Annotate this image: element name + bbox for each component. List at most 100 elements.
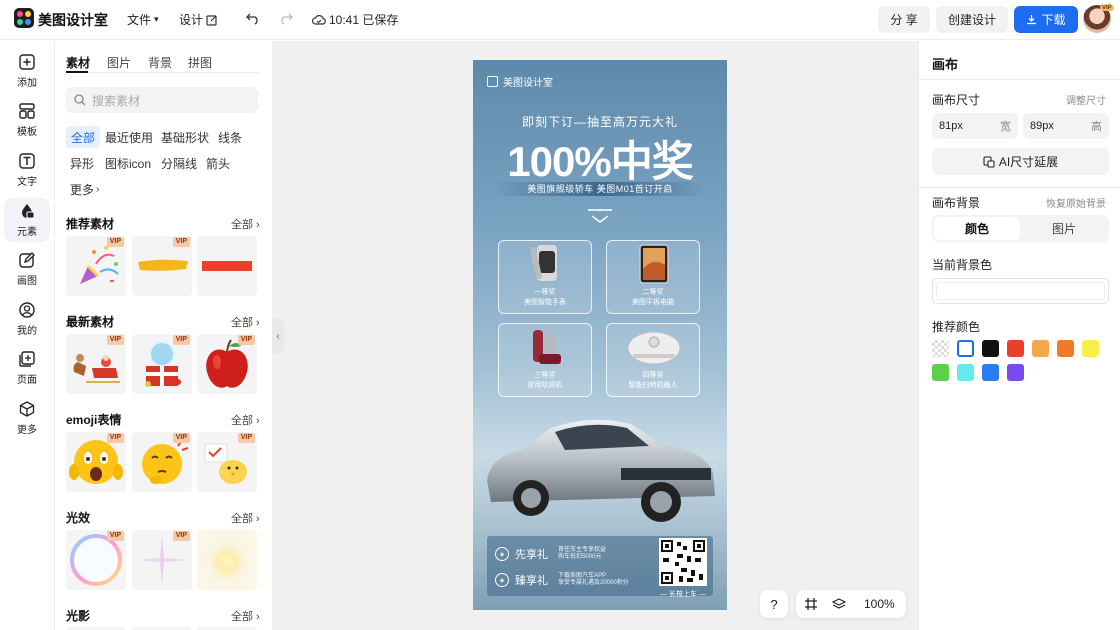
app-logo-icon[interactable]	[14, 8, 34, 28]
search-icon	[74, 94, 86, 106]
nav-elements[interactable]: 元素	[4, 198, 50, 242]
search-input[interactable]: 搜索素材	[66, 87, 258, 113]
section-see-all[interactable]: 全部 ›	[231, 412, 260, 428]
height-value: 89px	[1030, 120, 1054, 132]
prize-rank: 三等奖	[534, 372, 556, 379]
create-design-button[interactable]: 创建设计	[936, 6, 1008, 33]
nav-pages[interactable]: 页面	[4, 346, 50, 390]
asset-red-apple[interactable]: VIP	[197, 334, 257, 394]
chip-dividers[interactable]: 分隔线	[156, 152, 202, 174]
section-see-all[interactable]: 全部 ›	[231, 216, 260, 232]
vip-badge: VIP	[106, 531, 124, 541]
zoom-level[interactable]: 100%	[864, 597, 895, 611]
help-button[interactable]: ?	[760, 590, 788, 618]
tab-backgrounds[interactable]: 背景	[148, 54, 172, 71]
nav-templates[interactable]: 模板	[4, 98, 50, 142]
footer-desc-line: 享受专属礼遇及20000积分	[558, 580, 629, 586]
footer-desc-line: 下载美图汽车APP	[558, 573, 607, 579]
asset-chick-emoji[interactable]: VIP	[197, 432, 257, 492]
color-swatch[interactable]	[932, 364, 949, 381]
top-bar: 美图设计室 文件 ▾ 设计 10:41 已保存 分 享 创建设计 下载 VIP	[0, 0, 1120, 40]
asset-yellow-brush-stroke[interactable]: VIP	[132, 236, 192, 296]
edit-icon	[206, 14, 217, 26]
vip-badge: VIP	[106, 433, 124, 443]
bg-type-toggle: 颜色 图片	[932, 215, 1109, 242]
download-button[interactable]: 下载	[1014, 6, 1078, 33]
nav-draw[interactable]: 画图	[4, 247, 50, 291]
prize-card-fourth: 四等奖 智能扫地机器人	[606, 323, 700, 397]
canvas-width-field[interactable]: 81px 宽	[932, 113, 1018, 139]
chip-icons[interactable]: 图标icon	[100, 152, 156, 174]
asset-scared-emoji[interactable]: VIP	[66, 432, 126, 492]
design-menu[interactable]: 设计	[179, 11, 218, 28]
prize-card-first: 一等奖 美图智能手表	[498, 240, 592, 314]
chip-more[interactable]: 更多 ›	[65, 178, 104, 200]
chip-arrows[interactable]: 箭头	[201, 152, 235, 174]
app-name[interactable]: 美图设计室	[38, 10, 108, 30]
bg-type-color[interactable]: 颜色	[934, 217, 1020, 240]
nav-mine[interactable]: 我的	[4, 297, 50, 341]
redo-icon[interactable]	[278, 10, 294, 26]
color-swatch[interactable]	[982, 364, 999, 381]
canvas-height-field[interactable]: 89px 高	[1023, 113, 1109, 139]
design-menu-label: 设计	[179, 13, 204, 27]
color-swatch[interactable]	[957, 364, 974, 381]
file-menu[interactable]: 文件 ▾	[127, 11, 159, 28]
current-bg-color-field[interactable]	[932, 278, 1109, 304]
color-swatch[interactable]	[932, 340, 949, 357]
chevron-left-icon: ‹	[276, 330, 280, 342]
adjust-size-link[interactable]: 调整尺寸	[1066, 92, 1106, 107]
asset-thinking-emoji[interactable]: VIP	[132, 432, 192, 492]
color-swatch[interactable]	[1007, 340, 1024, 357]
asset-confetti-popper[interactable]: VIP	[66, 236, 126, 296]
asset-sparkle-star[interactable]: VIP	[132, 530, 192, 590]
color-swatch[interactable]	[957, 340, 974, 357]
tab-images[interactable]: 图片	[107, 54, 131, 71]
chip-irregular[interactable]: 异形	[65, 152, 99, 174]
user-icon	[19, 302, 35, 318]
grid-icon[interactable]	[804, 597, 818, 611]
nav-text[interactable]: 文字	[4, 148, 50, 192]
color-swatch[interactable]	[1057, 340, 1074, 357]
footer-desc: 下载美图汽车APP 享受专属礼遇及20000积分	[558, 573, 629, 587]
restore-bg-link[interactable]: 恢复原始背景	[1046, 195, 1106, 210]
layers-icon[interactable]	[832, 597, 846, 611]
section-see-all[interactable]: 全部 ›	[231, 314, 260, 330]
nav-templates-label: 模板	[17, 127, 37, 138]
section-title-recommended: 推荐素材	[66, 217, 115, 231]
ai-size-extend-button[interactable]: AI尺寸延展	[932, 148, 1109, 175]
prize-text: 一等奖 美图智能手表	[499, 288, 591, 308]
divider	[919, 187, 1120, 188]
color-swatch[interactable]	[982, 340, 999, 357]
bg-type-image[interactable]: 图片	[1021, 217, 1107, 240]
color-swatch[interactable]	[1007, 364, 1024, 381]
vip-badge: VIP	[172, 237, 190, 247]
share-button[interactable]: 分 享	[878, 6, 930, 33]
undo-icon[interactable]	[245, 10, 261, 26]
chip-all[interactable]: 全部	[66, 126, 101, 148]
chip-basic-shapes[interactable]: 基础形状	[156, 126, 214, 148]
asset-gift-snowglobe[interactable]: VIP	[132, 334, 192, 394]
asset-rainbow-bubble[interactable]: VIP	[66, 530, 126, 590]
color-swatch[interactable]	[1032, 340, 1049, 357]
nav-add[interactable]: 添加	[4, 49, 50, 93]
asset-red-bar[interactable]	[197, 236, 257, 296]
section-see-all[interactable]: 全部 ›	[231, 510, 260, 526]
prize-rank: 一等奖	[534, 289, 556, 296]
tab-collage[interactable]: 拼图	[188, 54, 212, 71]
tab-materials[interactable]: 素材	[66, 54, 90, 71]
hair-dryer-icon	[533, 330, 561, 364]
chip-recent[interactable]: 最近使用	[100, 126, 158, 148]
asset-glow-light[interactable]	[197, 530, 257, 590]
section-see-all[interactable]: 全部 ›	[231, 608, 260, 624]
chevron-right-icon: ›	[96, 183, 100, 195]
nav-more[interactable]: 更多	[4, 396, 50, 440]
asset-santa-sleigh[interactable]: VIP	[66, 334, 126, 394]
design-canvas-poster[interactable]: 美图设计室 即刻下订—抽至高万元大礼 100%中奖 美图旗舰级轿车 美图M01首…	[473, 60, 727, 610]
chip-lines[interactable]: 线条	[213, 126, 247, 148]
collapse-panel-button[interactable]: ‹	[272, 318, 284, 354]
color-swatch[interactable]	[1082, 340, 1099, 357]
chevron-down-icon: ▾	[154, 14, 159, 24]
poster-brand-text: 美图设计室	[503, 78, 553, 89]
canvas-toolbar: 100%	[796, 590, 906, 618]
